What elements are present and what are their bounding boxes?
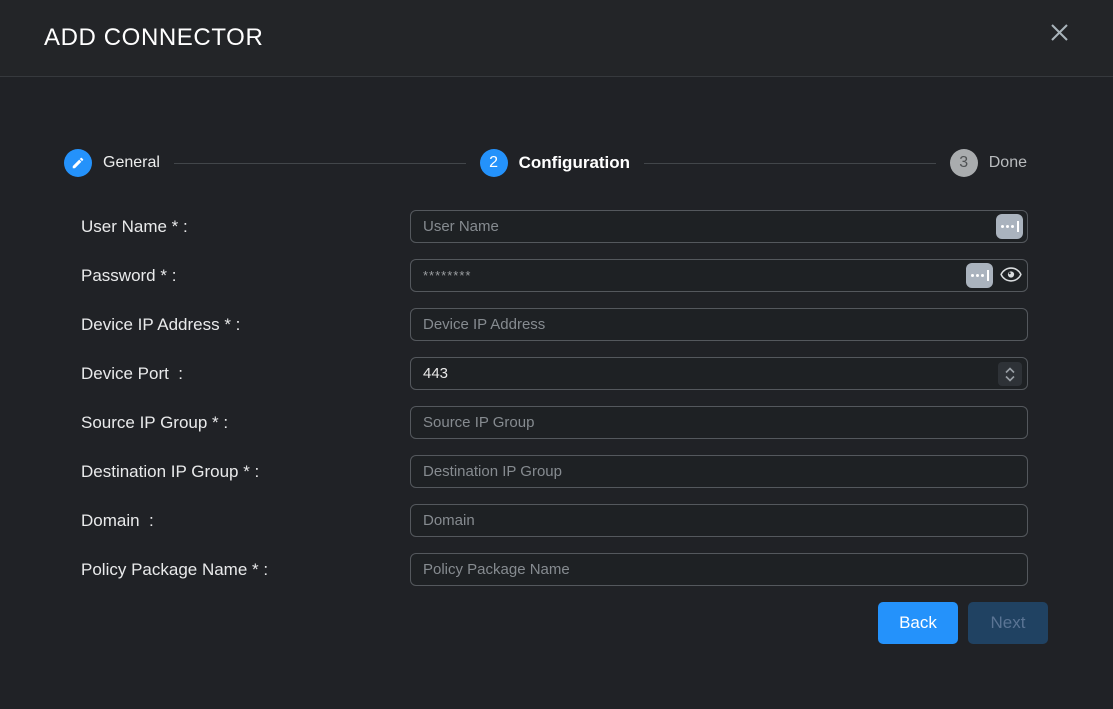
policy-package-name-label: Policy Package Name * :: [81, 560, 410, 580]
step-general-label: General: [103, 154, 160, 172]
username-field: [410, 210, 1028, 243]
ellipsis-dot: [1011, 225, 1014, 228]
eye-icon[interactable]: [1000, 266, 1022, 283]
chevron-up-icon: [1004, 367, 1016, 374]
ellipsis-dot: [976, 274, 979, 277]
close-x-glyph: [1049, 22, 1070, 43]
configuration-form: User Name * : Password * :: [81, 210, 1113, 586]
form-row-policy-package-name: Policy Package Name * :: [81, 553, 1113, 586]
chevron-down-icon: [1004, 375, 1016, 382]
policy-package-name-field: [410, 553, 1028, 586]
stepper-connector: [644, 163, 936, 164]
form-row-domain: Domain :: [81, 504, 1113, 537]
device-port-field: [410, 357, 1028, 390]
ellipsis-dot: [1001, 225, 1004, 228]
step-3-badge: 3: [950, 149, 978, 177]
step-done: 3 Done: [950, 149, 1027, 177]
device-ip-field: [410, 308, 1028, 341]
number-spinner[interactable]: [998, 362, 1022, 386]
form-row-password: Password * :: [81, 259, 1113, 292]
domain-label: Domain :: [81, 511, 410, 531]
form-row-destination-ip-group: Destination IP Group * :: [81, 455, 1113, 488]
password-field: [410, 259, 1028, 292]
ellipsis-button[interactable]: [996, 214, 1023, 239]
step-2-badge: 2: [480, 149, 508, 177]
domain-field: [410, 504, 1028, 537]
device-port-label: Device Port :: [81, 364, 410, 384]
source-ip-group-label: Source IP Group * :: [81, 413, 410, 433]
next-button[interactable]: Next: [968, 602, 1048, 644]
source-ip-group-input[interactable]: [411, 414, 1027, 431]
form-row-username: User Name * :: [81, 210, 1113, 243]
device-ip-input[interactable]: [411, 316, 1027, 333]
pencil-icon: [64, 149, 92, 177]
source-ip-group-field: [410, 406, 1028, 439]
step-configuration-label: Configuration: [519, 153, 630, 173]
ellipsis-dot: [971, 274, 974, 277]
form-row-source-ip-group: Source IP Group * :: [81, 406, 1113, 439]
close-icon[interactable]: [1045, 18, 1073, 46]
ellipsis-button[interactable]: [966, 263, 993, 288]
dialog-actions: Back Next: [0, 602, 1048, 644]
password-input[interactable]: [411, 268, 1027, 283]
username-label: User Name * :: [81, 217, 410, 237]
add-connector-dialog: ADD CONNECTOR General 2 Configuration 3 …: [0, 0, 1113, 709]
back-button[interactable]: Back: [878, 602, 958, 644]
step-done-label: Done: [989, 154, 1027, 172]
ellipsis-cursor: [1017, 221, 1019, 232]
domain-input[interactable]: [411, 512, 1027, 529]
device-port-input[interactable]: [411, 365, 1027, 382]
destination-ip-group-field: [410, 455, 1028, 488]
step-general[interactable]: General: [64, 149, 160, 177]
page-title: ADD CONNECTOR: [44, 24, 263, 52]
wizard-stepper: General 2 Configuration 3 Done: [64, 149, 1027, 177]
ellipsis-dot: [981, 274, 984, 277]
step-configuration[interactable]: 2 Configuration: [480, 149, 630, 177]
password-label: Password * :: [81, 266, 410, 286]
username-input[interactable]: [411, 218, 1027, 235]
form-row-device-ip: Device IP Address * :: [81, 308, 1113, 341]
dialog-header: ADD CONNECTOR: [0, 0, 1113, 77]
destination-ip-group-label: Destination IP Group * :: [81, 462, 410, 482]
form-row-device-port: Device Port :: [81, 357, 1113, 390]
policy-package-name-input[interactable]: [411, 561, 1027, 578]
device-ip-label: Device IP Address * :: [81, 315, 410, 335]
stepper-connector: [174, 163, 466, 164]
destination-ip-group-input[interactable]: [411, 463, 1027, 480]
ellipsis-dot: [1006, 225, 1009, 228]
ellipsis-cursor: [987, 270, 989, 281]
